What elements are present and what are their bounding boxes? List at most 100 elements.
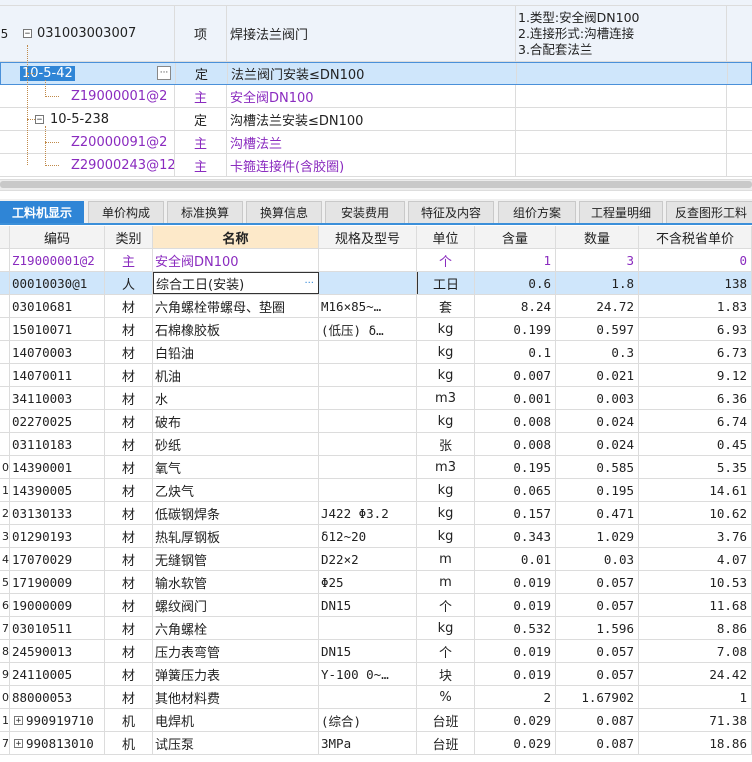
resource-row[interactable]: 14070003 材 白铅油 kg 0.1 0.3 6.73 — [0, 341, 752, 364]
unit-cell[interactable]: m3 — [417, 387, 475, 409]
scrollbar-thumb[interactable] — [0, 181, 752, 188]
price-cell[interactable]: 24.42 — [639, 663, 752, 685]
code-cell[interactable]: 03010681 — [10, 295, 105, 317]
price-cell[interactable]: 4.07 — [639, 548, 752, 570]
type-cell[interactable]: 材 — [105, 387, 153, 409]
type-cell[interactable]: 材 — [105, 594, 153, 616]
type-cell[interactable]: 机 — [105, 709, 153, 731]
unit-cell[interactable]: kg — [417, 617, 475, 639]
qty-cell[interactable]: 0.021 — [556, 364, 639, 386]
column-header[interactable]: 类别 — [105, 226, 153, 248]
type-cell[interactable]: 材 — [105, 640, 153, 662]
price-cell[interactable]: 9.12 — [639, 364, 752, 386]
name-cell[interactable]: 机油 — [153, 364, 319, 386]
tree-row[interactable]: −10-5-238 定 沟槽法兰安装≤DN100 — [0, 108, 752, 131]
content-cell[interactable]: 8.24 — [475, 295, 556, 317]
code-cell[interactable]: 24110005 — [10, 663, 105, 685]
price-cell[interactable]: 10.53 — [639, 571, 752, 593]
spec-cell[interactable]: 3MPa — [319, 732, 417, 754]
unit-cell[interactable]: kg — [417, 410, 475, 432]
code-cell[interactable]: 14390005 — [10, 479, 105, 501]
code-cell[interactable]: 17190009 — [10, 571, 105, 593]
qty-cell[interactable]: 24.72 — [556, 295, 639, 317]
name-cell[interactable]: 其他材料费 — [153, 686, 319, 708]
tab-6[interactable]: 特征及内容 — [408, 201, 494, 223]
content-cell[interactable]: 0.029 — [475, 709, 556, 731]
column-header[interactable]: 单位 — [417, 226, 475, 248]
price-cell[interactable]: 71.38 — [639, 709, 752, 731]
unit-cell[interactable]: 台班 — [417, 709, 475, 731]
code-cell[interactable]: Z19000001@2 — [9, 85, 175, 107]
content-cell[interactable]: 0.1 — [475, 341, 556, 363]
price-cell[interactable]: 14.61 — [639, 479, 752, 501]
qty-cell[interactable]: 1.67902 — [556, 686, 639, 708]
name-cell[interactable]: 低碳钢焊条 — [153, 502, 319, 524]
name-cell[interactable]: 水 — [153, 387, 319, 409]
column-header[interactable]: 编码 — [10, 226, 105, 248]
resource-row[interactable]: 7 03010511 材 六角螺栓 kg 0.532 1.596 8.86 — [0, 617, 752, 640]
name-cell[interactable]: 卡箍连接件(含胶圈) — [227, 154, 516, 176]
unit-cell[interactable]: kg — [417, 364, 475, 386]
name-cell[interactable]: 安全阀DN100 — [227, 85, 516, 107]
resource-row[interactable]: 6 19000009 材 螺纹阀门 DN15 个 0.019 0.057 11.68 — [0, 594, 752, 617]
name-cell[interactable]: 螺纹阀门 — [153, 594, 319, 616]
name-cell[interactable]: 安全阀DN100 — [153, 249, 319, 271]
type-cell[interactable]: 机 — [105, 732, 153, 754]
resource-row[interactable]: 03110183 材 砂纸 张 0.008 0.024 0.45 — [0, 433, 752, 456]
unit-cell[interactable]: 个 — [417, 249, 475, 271]
price-cell[interactable]: 3.76 — [639, 525, 752, 547]
content-cell[interactable]: 0.008 — [475, 410, 556, 432]
code-cell[interactable]: 14390001 — [10, 456, 105, 478]
code-cell[interactable]: +990813010 — [10, 732, 105, 754]
code-cell[interactable]: −031003003007 — [9, 6, 175, 61]
tree-row[interactable]: Z19000001@2 主 安全阀DN100 — [0, 85, 752, 108]
type-cell[interactable]: 材 — [105, 617, 153, 639]
resource-row[interactable]: 14070011 材 机油 kg 0.007 0.021 9.12 — [0, 364, 752, 387]
content-cell[interactable]: 0.195 — [475, 456, 556, 478]
name-cell[interactable]: 弹簧压力表 — [153, 663, 319, 685]
price-cell[interactable]: 7.08 — [639, 640, 752, 662]
price-cell[interactable]: 6.93 — [639, 318, 752, 340]
content-cell[interactable]: 0.019 — [475, 640, 556, 662]
code-cell[interactable]: Z19000001@2 — [10, 249, 105, 271]
name-cell[interactable]: 六角螺栓 — [153, 617, 319, 639]
price-cell[interactable]: 10.62 — [639, 502, 752, 524]
resource-row[interactable]: 03010681 材 六角螺栓带螺母、垫圈 M16×85~… 套 8.24 24.72 1.8… — [0, 295, 752, 318]
name-cell[interactable]: 石棉橡胶板 — [153, 318, 319, 340]
qty-cell[interactable]: 0.087 — [556, 732, 639, 754]
type-cell[interactable]: 材 — [105, 433, 153, 455]
resource-row[interactable]: 2 03130133 材 低碳钢焊条 J422 Φ3.2 kg 0.157 0.471 10.6… — [0, 502, 752, 525]
tab-8[interactable]: 工程量明细 — [579, 201, 663, 223]
resource-row[interactable]: 34110003 材 水 m3 0.001 0.003 6.36 — [0, 387, 752, 410]
unit-cell[interactable]: m3 — [417, 456, 475, 478]
price-cell[interactable]: 18.86 — [639, 732, 752, 754]
code-cell[interactable]: 19000009 — [10, 594, 105, 616]
type-cell[interactable]: 材 — [105, 295, 153, 317]
resource-row[interactable]: 7 +990813010 机试压泵 3MPa 台班 0.029 0.087 18.86 — [0, 732, 752, 755]
qty-cell[interactable]: 0.3 — [556, 341, 639, 363]
column-header[interactable]: 名称 — [153, 226, 319, 248]
type-cell[interactable]: 材 — [105, 525, 153, 547]
name-cell[interactable]: 沟槽法兰安装≤DN100 — [227, 108, 516, 130]
expand-icon[interactable]: + — [14, 715, 23, 725]
spec-cell[interactable]: (综合) — [319, 709, 417, 731]
name-cell[interactable]: 氧气 — [153, 456, 319, 478]
unit-cell[interactable]: 工日 — [417, 272, 475, 294]
spec-cell[interactable]: Y-100 0~… — [319, 663, 417, 685]
name-cell[interactable]: 输水软管 — [153, 571, 319, 593]
name-cell[interactable]: 热轧厚钢板 — [153, 525, 319, 547]
unit-cell[interactable]: 个 — [417, 640, 475, 662]
collapse-icon[interactable]: − — [35, 114, 44, 124]
tab-4[interactable]: 换算信息 — [246, 201, 322, 223]
resource-row[interactable]: 4 17070029 材 无缝钢管 D22×2 m 0.01 0.03 4.07 — [0, 548, 752, 571]
resource-row[interactable]: 8 24590013 材 压力表弯管 DN15 个 0.019 0.057 7.08 — [0, 640, 752, 663]
qty-cell[interactable]: 0.195 — [556, 479, 639, 501]
content-cell[interactable]: 0.019 — [475, 594, 556, 616]
code-cell[interactable]: Z20000091@2 — [9, 131, 175, 153]
type-cell[interactable]: 材 — [105, 410, 153, 432]
qty-cell[interactable]: 1.8 — [556, 272, 639, 294]
price-cell[interactable]: 0 — [639, 249, 752, 271]
name-cell[interactable]: 焊接法兰阀门 — [227, 6, 516, 61]
resource-row[interactable]: 3 01290193 材 热轧厚钢板 δ12~20 kg 0.343 1.029 3.76 — [0, 525, 752, 548]
spec-cell[interactable]: J422 Φ3.2 — [319, 502, 417, 524]
